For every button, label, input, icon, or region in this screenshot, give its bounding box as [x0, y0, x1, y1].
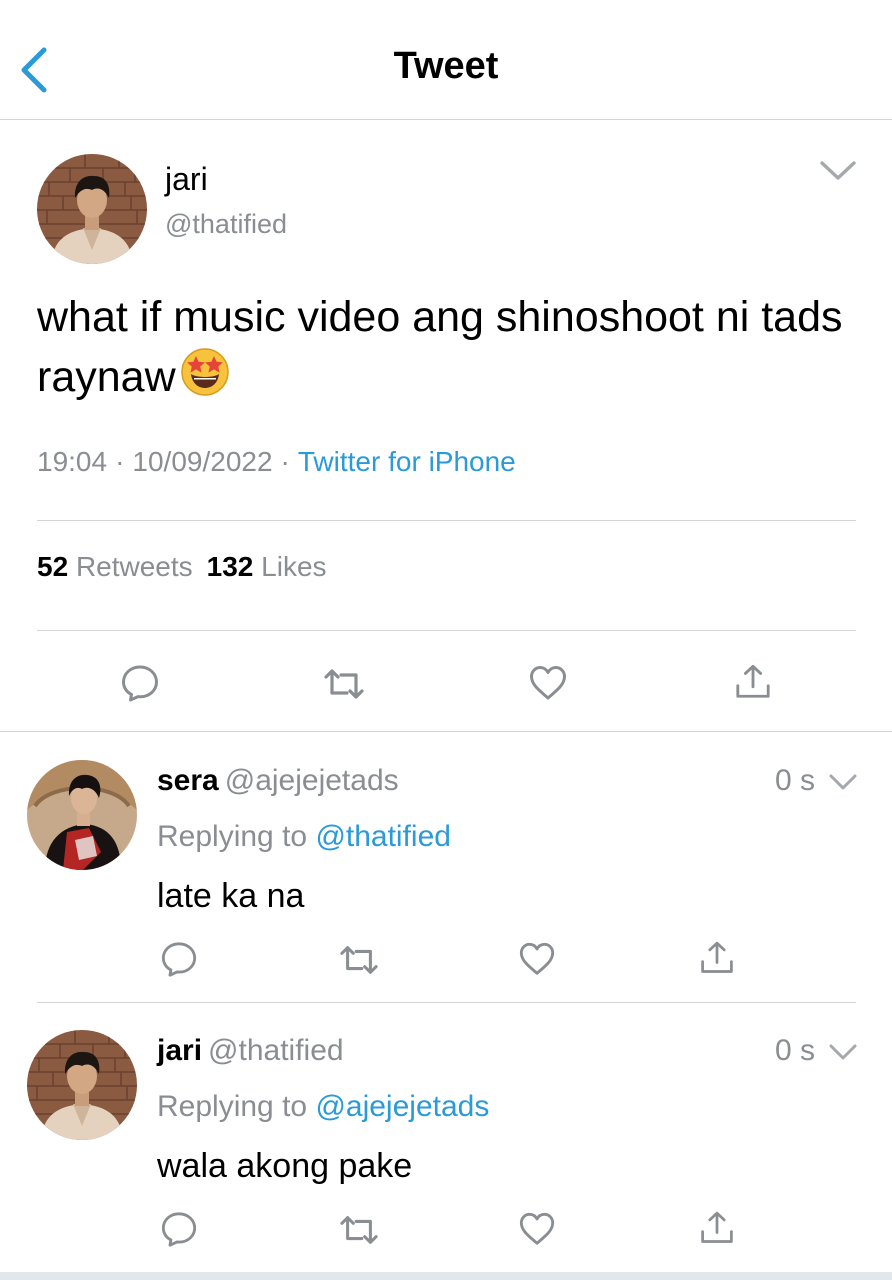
reply-tweet[interactable]: jari @thatified 0 s Replying to @ajejejet… — [0, 1003, 892, 1272]
reply-icon[interactable] — [160, 940, 198, 978]
bottom-edge — [0, 1272, 892, 1280]
reply-author[interactable]: jari @thatified — [157, 1034, 344, 1068]
author-name[interactable]: jari — [165, 161, 208, 198]
tweet-date: 10/09/2022 — [132, 446, 273, 477]
share-icon[interactable] — [734, 663, 772, 701]
like-icon[interactable] — [518, 1210, 556, 1248]
avatar[interactable] — [37, 154, 147, 264]
reply-timestamp: 0 s — [775, 764, 816, 797]
likes-count: 132 — [206, 551, 254, 582]
avatar[interactable] — [27, 760, 137, 870]
tweet-meta: 19:04 · 10/09/2022 · Twitter for iPhone — [37, 446, 516, 478]
like-icon[interactable] — [528, 663, 568, 703]
tweet-text: what if music video ang shinoshoot ni ta… — [37, 287, 857, 407]
replying-to-label: Replying to — [157, 1090, 308, 1123]
separator-dot: · — [280, 446, 290, 477]
reply-icon[interactable] — [160, 1210, 198, 1248]
tweet-time: 19:04 — [37, 446, 108, 477]
retweet-icon[interactable] — [338, 1211, 380, 1249]
star-struck-emoji-icon — [180, 347, 230, 397]
mention-link[interactable]: @ajejejetads — [315, 1090, 489, 1123]
retweets-label: Retweets — [75, 551, 193, 582]
chevron-down-icon[interactable] — [828, 1041, 858, 1063]
reply-icon[interactable] — [120, 663, 160, 703]
main-tweet: jari @thatified what if music video ang … — [0, 121, 892, 732]
reply-timestamp: 0 s — [775, 1034, 816, 1067]
reply-text: wala akong pake — [157, 1147, 413, 1185]
likes-label: Likes — [261, 551, 327, 582]
author-handle[interactable]: @thatified — [165, 209, 287, 240]
divider — [37, 520, 856, 521]
retweets-stat[interactable]: 52 Retweets — [37, 551, 193, 582]
retweets-count: 52 — [37, 551, 69, 582]
tweet-source-link[interactable]: Twitter for iPhone — [298, 446, 516, 477]
reply-author-handle: @thatified — [208, 1034, 344, 1067]
reply-author-name: jari — [157, 1034, 203, 1067]
replying-to: Replying to @thatified — [157, 820, 451, 854]
like-icon[interactable] — [518, 940, 556, 978]
retweet-icon[interactable] — [338, 941, 380, 979]
reply-tweet[interactable]: sera @ajejejetads 0 s Replying to @thatif… — [0, 733, 892, 1002]
avatar[interactable] — [27, 1030, 137, 1140]
share-icon[interactable] — [699, 940, 735, 976]
top-bar: Tweet — [0, 0, 892, 120]
tweet-stats: 52 Retweets 132 Likes — [37, 551, 327, 583]
chevron-down-icon[interactable] — [828, 771, 858, 793]
reply-author[interactable]: sera @ajejejetads — [157, 764, 399, 798]
reply-text: late ka na — [157, 877, 305, 915]
retweet-icon[interactable] — [322, 664, 366, 704]
likes-stat[interactable]: 132 Likes — [207, 551, 327, 582]
replying-to-label: Replying to — [157, 820, 308, 853]
replying-to: Replying to @ajejejetads — [157, 1090, 489, 1124]
mention-link[interactable]: @thatified — [315, 820, 451, 853]
page-title: Tweet — [393, 45, 499, 87]
reply-author-name: sera — [157, 764, 219, 797]
separator-dot: · — [115, 446, 125, 477]
tweet-text-content: what if music video ang shinoshoot ni ta… — [37, 293, 843, 401]
reply-author-handle: @ajejejetads — [224, 764, 399, 797]
divider — [37, 630, 856, 631]
chevron-down-icon[interactable] — [818, 157, 858, 185]
share-icon[interactable] — [699, 1210, 735, 1246]
